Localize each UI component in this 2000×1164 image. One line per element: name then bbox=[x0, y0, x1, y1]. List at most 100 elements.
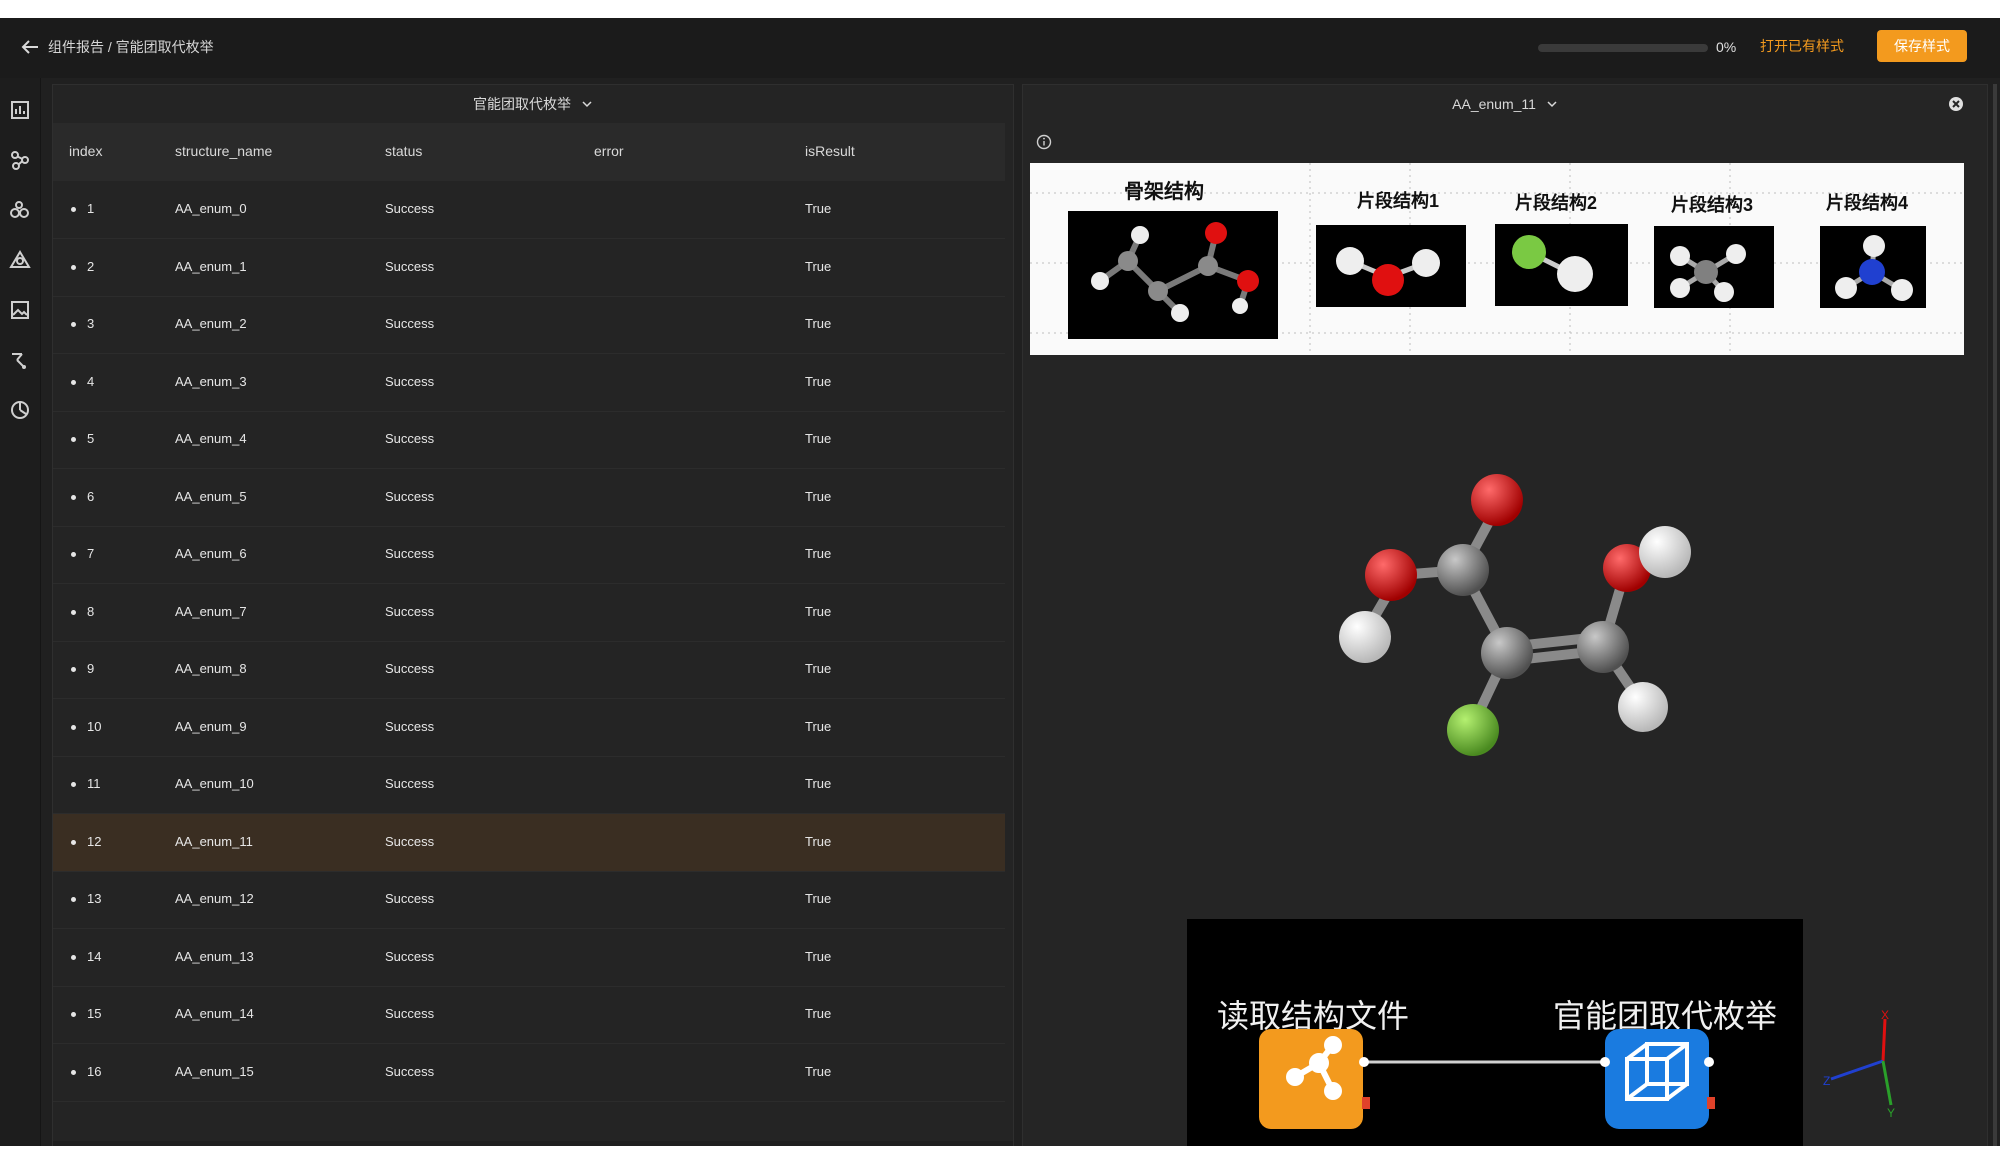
side-rail bbox=[0, 78, 41, 1148]
cell-isresult: True bbox=[805, 603, 832, 619]
panel-title[interactable]: 官能团取代枚举 bbox=[53, 85, 1013, 123]
table-row[interactable]: 8 AA_enum_7 Success True bbox=[53, 584, 1005, 642]
fragment-2-image[interactable] bbox=[1495, 224, 1628, 306]
app-window: 组件报告 / 官能团取代枚举 0% 打开已有样式 保存样式 官能团取代枚举 in… bbox=[0, 18, 2000, 1148]
close-icon[interactable] bbox=[1945, 93, 1967, 115]
molecule-3d-view[interactable] bbox=[1273, 385, 1873, 885]
image-icon[interactable] bbox=[8, 298, 32, 322]
cell-index: 4 bbox=[87, 373, 95, 389]
info-icon[interactable] bbox=[1035, 133, 1053, 151]
axis-gizmo[interactable]: X Y Z bbox=[1821, 1009, 1911, 1119]
row-bullet bbox=[71, 724, 76, 730]
table-row[interactable]: 9 AA_enum_8 Success True bbox=[53, 641, 1005, 699]
table-row[interactable]: 3 AA_enum_2 Success True bbox=[53, 296, 1005, 354]
row-bullet bbox=[71, 1069, 76, 1075]
panel-title-text: 官能团取代枚举 bbox=[473, 96, 572, 112]
table-row[interactable]: 11 AA_enum_10 Success True bbox=[53, 756, 1005, 814]
cell-structure-name: AA_enum_13 bbox=[175, 948, 254, 964]
table-row[interactable]: 15 AA_enum_14 Success True bbox=[53, 986, 1005, 1044]
row-bullet bbox=[71, 897, 76, 902]
chevron-down-icon[interactable] bbox=[581, 99, 593, 109]
triangle-network-icon[interactable] bbox=[8, 248, 32, 272]
pie-icon[interactable] bbox=[8, 398, 32, 422]
hydrogen-atom bbox=[1339, 611, 1391, 663]
structure-viewer-panel: AA_enum_11 骨架结构 片段结构1 片段结构2 片段结构3 片段结构4 … bbox=[1022, 84, 1988, 1148]
axis-label-z: Z bbox=[1823, 1074, 1830, 1088]
cell-status: Success bbox=[385, 546, 435, 561]
viewer-title[interactable]: AA_enum_11 bbox=[1023, 85, 1987, 123]
cell-status: Success bbox=[385, 661, 435, 676]
cell-status: Success bbox=[385, 258, 435, 274]
fragment-label-2: 片段结构2 bbox=[1515, 193, 1598, 213]
cell-status: Success bbox=[385, 431, 435, 446]
row-bullet bbox=[71, 954, 76, 960]
cell-index: 3 bbox=[87, 316, 95, 331]
table-row[interactable]: 16 AA_enum_15 Success True bbox=[53, 1044, 1005, 1102]
fragment-label-skeleton: 骨架结构 bbox=[1124, 181, 1204, 203]
row-bullet bbox=[71, 379, 76, 385]
cell-index: 8 bbox=[87, 603, 95, 619]
cell-isresult: True bbox=[805, 718, 832, 734]
molecule-icon[interactable] bbox=[8, 148, 32, 172]
table-row[interactable]: 7 AA_enum_6 Success True bbox=[53, 526, 1005, 584]
row-bullet bbox=[71, 322, 76, 327]
read-structure-node[interactable] bbox=[1259, 1029, 1363, 1129]
table-row[interactable]: 1 AA_enum_0 Success True bbox=[53, 181, 1005, 239]
table-row[interactable]: 2 AA_enum_1 Success True bbox=[53, 239, 1005, 297]
table-row[interactable]: 12 AA_enum_11 Success True bbox=[53, 813, 1005, 872]
chart-icon[interactable] bbox=[8, 98, 32, 122]
cell-index: 14 bbox=[87, 948, 102, 964]
column-header-status[interactable]: status bbox=[385, 143, 422, 159]
cell-structure-name: AA_enum_10 bbox=[175, 776, 254, 791]
column-header-is-result[interactable]: isResult bbox=[805, 143, 855, 159]
axis-label-y: Y bbox=[1887, 1106, 1895, 1119]
row-bullet bbox=[71, 552, 76, 557]
column-header-error[interactable]: error bbox=[594, 143, 624, 159]
cell-isresult: True bbox=[805, 1063, 832, 1079]
fragment-3-image[interactable] bbox=[1654, 226, 1774, 308]
path-icon[interactable] bbox=[8, 348, 32, 372]
table-row[interactable]: 10 AA_enum_9 Success True bbox=[53, 699, 1005, 757]
cell-index: 7 bbox=[87, 546, 95, 561]
breadcrumb: 组件报告 / 官能团取代枚举 bbox=[48, 39, 214, 55]
back-arrow-icon[interactable] bbox=[18, 35, 42, 59]
cell-isresult: True bbox=[805, 833, 832, 849]
cell-structure-name: AA_enum_14 bbox=[175, 1006, 254, 1021]
hydrogen-atom bbox=[1639, 526, 1691, 578]
table-row[interactable]: 14 AA_enum_13 Success True bbox=[53, 929, 1005, 987]
table-row[interactable]: 13 AA_enum_12 Success True bbox=[53, 871, 1005, 929]
column-header-structure-name[interactable]: structure_name bbox=[175, 143, 272, 159]
viewer-title-text: AA_enum_11 bbox=[1452, 96, 1536, 112]
cell-status: Success bbox=[385, 718, 435, 734]
atoms-icon[interactable] bbox=[8, 198, 32, 222]
column-header-index[interactable]: index bbox=[69, 143, 102, 159]
fragment-label-4: 片段结构4 bbox=[1826, 193, 1909, 213]
vertical-scrollbar[interactable] bbox=[1993, 84, 1997, 1148]
cell-status: Success bbox=[385, 776, 435, 791]
progress-bar bbox=[1538, 44, 1708, 52]
cell-structure-name: AA_enum_1 bbox=[175, 258, 247, 274]
table-row[interactable]: 6 AA_enum_5 Success True bbox=[53, 469, 1005, 527]
open-style-link[interactable]: 打开已有样式 bbox=[1760, 36, 1844, 56]
fragment-1-image[interactable] bbox=[1316, 225, 1466, 307]
cell-status: Success bbox=[385, 201, 435, 216]
cell-index: 6 bbox=[87, 488, 95, 504]
cell-structure-name: AA_enum_4 bbox=[175, 431, 247, 446]
cell-structure-name: AA_enum_6 bbox=[175, 546, 247, 561]
table-row[interactable]: 5 AA_enum_4 Success True bbox=[53, 411, 1005, 469]
cell-isresult: True bbox=[805, 891, 832, 906]
cell-index: 15 bbox=[87, 1006, 102, 1021]
save-style-button[interactable]: 保存样式 bbox=[1877, 30, 1967, 62]
row-bullet bbox=[71, 667, 76, 672]
workflow-graph bbox=[1259, 1029, 1715, 1129]
cell-isresult: True bbox=[805, 431, 832, 446]
cell-isresult: True bbox=[805, 258, 832, 274]
oxygen-atom bbox=[1471, 474, 1523, 526]
cell-structure-name: AA_enum_15 bbox=[175, 1063, 254, 1079]
bottom-margin bbox=[0, 1146, 2000, 1164]
cell-isresult: True bbox=[805, 316, 832, 331]
chevron-down-icon[interactable] bbox=[1546, 99, 1558, 109]
fragment-4-image[interactable] bbox=[1820, 226, 1926, 308]
table-row[interactable]: 4 AA_enum_3 Success True bbox=[53, 354, 1005, 412]
skeleton-structure-image[interactable] bbox=[1068, 211, 1278, 339]
